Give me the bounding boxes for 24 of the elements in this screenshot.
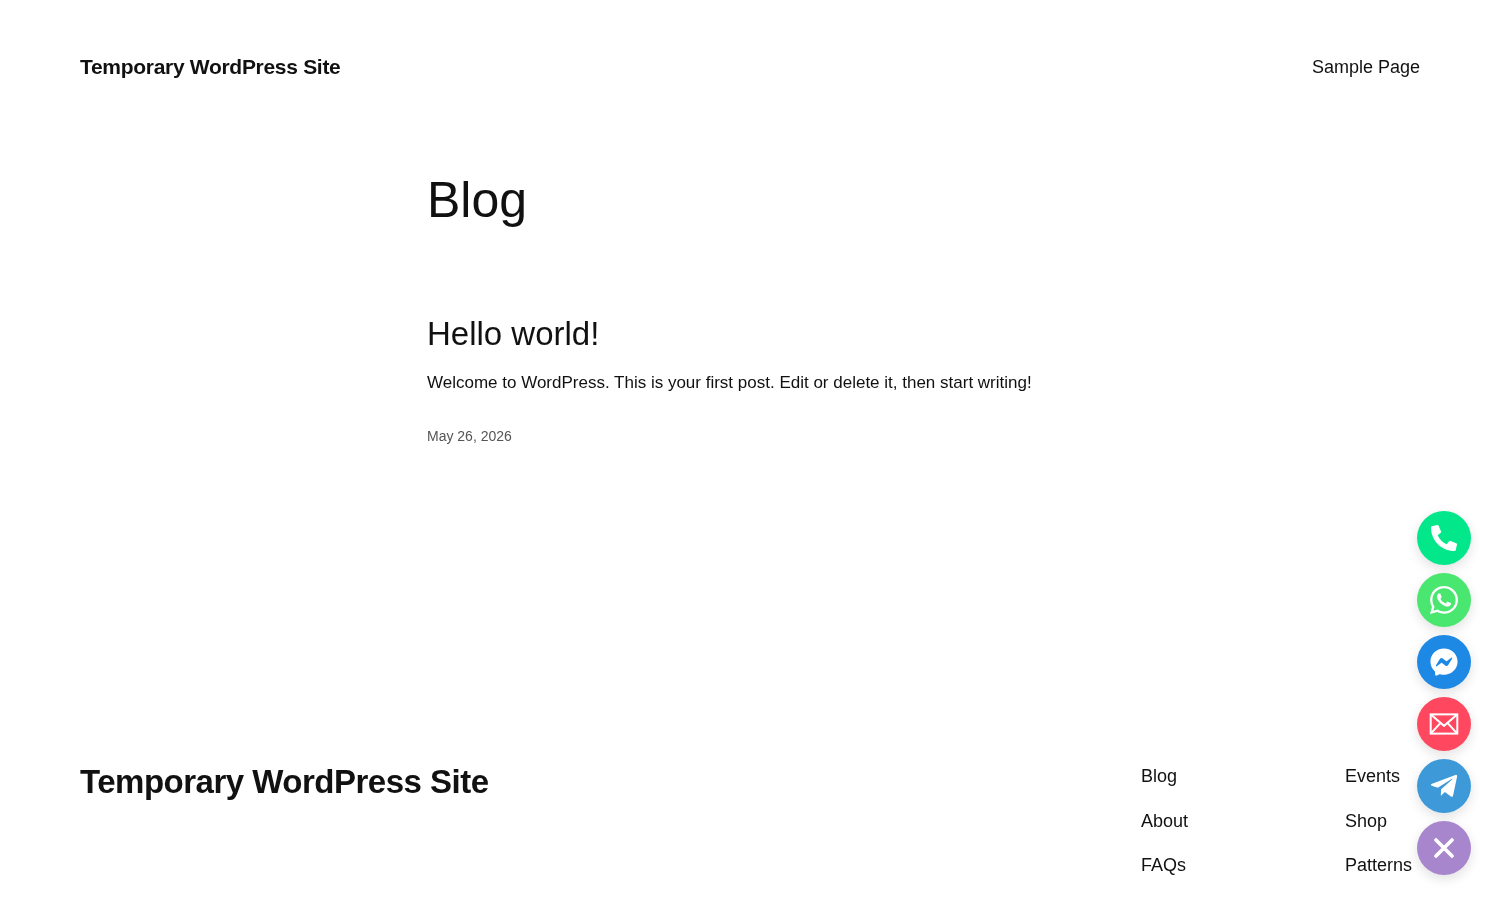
- contact-button[interactable]: [1417, 511, 1471, 565]
- post-date: May 26, 2026: [427, 427, 512, 446]
- footer-site-title[interactable]: Temporary WordPress Site: [80, 762, 489, 802]
- phone-icon: [1431, 525, 1457, 551]
- site-title[interactable]: Temporary WordPress Site: [80, 54, 341, 80]
- contact-button[interactable]: [1417, 759, 1471, 813]
- footer-link[interactable]: FAQs: [1140, 853, 1186, 877]
- close-icon: [1434, 838, 1454, 858]
- envelope-icon: [1429, 713, 1459, 735]
- contact-button[interactable]: [1417, 635, 1471, 689]
- footer-link[interactable]: Events: [1344, 764, 1400, 788]
- contact-button[interactable]: [1417, 573, 1471, 627]
- footer-link[interactable]: Blog: [1140, 764, 1177, 788]
- close-button[interactable]: [1417, 821, 1471, 875]
- page-title: Blog: [427, 172, 528, 229]
- chat-bubble-lightning-icon: [1430, 648, 1458, 676]
- footer-link[interactable]: Shop: [1344, 808, 1387, 833]
- footer-link[interactable]: Patterns: [1344, 853, 1412, 877]
- speech-bubble-phone-icon: [1428, 584, 1460, 616]
- footer-link[interactable]: About: [1140, 808, 1188, 833]
- post-title[interactable]: Hello world!: [427, 314, 600, 354]
- nav-link[interactable]: Sample Page: [1311, 54, 1420, 80]
- post-excerpt: Welcome to WordPress. This is your first post. Edit or delete it, then start writing!: [427, 372, 1032, 394]
- contact-button[interactable]: [1417, 697, 1471, 751]
